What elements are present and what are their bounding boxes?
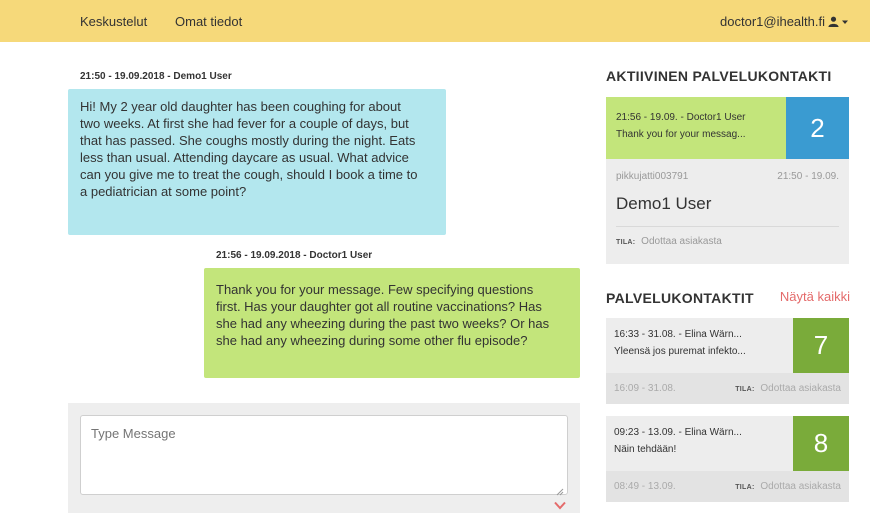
message-bubble-outgoing: Thank you for your message. Few specifyi… bbox=[204, 268, 580, 378]
contact-count: 7 bbox=[793, 318, 849, 373]
user-email: doctor1@ihealth.fi bbox=[720, 14, 825, 29]
resize-grip-icon[interactable] bbox=[556, 488, 564, 496]
message-meta-incoming: 21:50 - 19.09.2018 - Demo1 User bbox=[80, 71, 232, 82]
contact-count: 8 bbox=[793, 416, 849, 471]
contact-card[interactable]: 09:23 - 13.09. - Elina Wärn... Näin tehd… bbox=[606, 416, 849, 502]
status-value: Odottaa asiakasta bbox=[641, 236, 722, 247]
active-contact-status: TILA: Odottaa asiakasta bbox=[616, 236, 839, 247]
active-contact-id-row: pikkujatti003791 21:50 - 19.09. bbox=[616, 171, 839, 182]
message-line: a pediatrician at some point? bbox=[80, 184, 247, 199]
contact-meta: 09:23 - 13.09. - Elina Wärn... bbox=[614, 427, 742, 438]
status-value: Odottaa asiakasta bbox=[760, 481, 841, 492]
message-line: that has passed. She coughs mostly durin… bbox=[80, 133, 416, 148]
contact-status: TILA: Odottaa asiakasta bbox=[735, 481, 841, 492]
contact-header: 16:33 - 31.08. - Elina Wärn... Yleensä j… bbox=[606, 318, 793, 373]
contact-card[interactable]: 16:33 - 31.08. - Elina Wärn... Yleensä j… bbox=[606, 318, 849, 404]
message-line: Thank you for your message. Few specifyi… bbox=[216, 282, 534, 297]
active-contact-meta: 21:56 - 19.09. - Doctor1 User bbox=[616, 112, 746, 123]
patient-name: Demo1 User bbox=[616, 194, 712, 213]
contacts-title: PALVELUKONTAKTIT bbox=[606, 290, 754, 306]
contact-meta: 16:33 - 31.08. - Elina Wärn... bbox=[614, 329, 742, 340]
active-contact-preview: Thank you for your messag... bbox=[616, 129, 746, 140]
contact-footer: 16:09 - 31.08. TILA: Odottaa asiakasta bbox=[606, 373, 849, 404]
active-contact-body: pikkujatti003791 21:50 - 19.09. Demo1 Us… bbox=[616, 171, 839, 247]
active-contact-time: 21:50 - 19.09. bbox=[777, 171, 839, 182]
message-line: she had any wheezing during some other f… bbox=[216, 333, 528, 348]
message-line: can you give me to treat the cough, shou… bbox=[80, 167, 418, 182]
message-line: she had any wheezing during the past two… bbox=[216, 316, 550, 331]
message-bubble-incoming: Hi! My 2 year old daughter has been coug… bbox=[68, 89, 446, 235]
nav-link-my-info[interactable]: Omat tiedot bbox=[175, 14, 242, 29]
contact-time: 16:09 - 31.08. bbox=[614, 383, 676, 394]
chevron-down-icon[interactable] bbox=[554, 501, 566, 510]
message-line: Hi! My 2 year old daughter has been coug… bbox=[80, 99, 401, 114]
contact-header: 09:23 - 13.09. - Elina Wärn... Näin tehd… bbox=[606, 416, 793, 471]
status-label: TILA: bbox=[735, 386, 755, 393]
top-nav-bar: Keskustelut Omat tiedot doctor1@ihealth.… bbox=[0, 0, 870, 42]
contact-time: 08:49 - 13.09. bbox=[614, 481, 676, 492]
status-label: TILA: bbox=[616, 239, 636, 246]
active-contact-header: 21:56 - 19.09. - Doctor1 User Thank you … bbox=[606, 97, 786, 159]
status-value: Odottaa asiakasta bbox=[760, 383, 841, 394]
compose-area bbox=[68, 403, 580, 513]
user-menu[interactable]: doctor1@ihealth.fi bbox=[720, 14, 848, 29]
message-line: less than usual. Attending daycare as us… bbox=[80, 150, 409, 165]
message-line: two weeks. At first she had fever for a … bbox=[80, 116, 409, 131]
contact-status: TILA: Odottaa asiakasta bbox=[735, 383, 841, 394]
status-label: TILA: bbox=[735, 484, 755, 491]
user-icon bbox=[828, 16, 839, 27]
contact-footer: 08:49 - 13.09. TILA: Odottaa asiakasta bbox=[606, 471, 849, 502]
active-contact-count: 2 bbox=[786, 97, 849, 159]
divider bbox=[616, 226, 839, 227]
message-meta-outgoing: 21:56 - 19.09.2018 - Doctor1 User bbox=[216, 250, 373, 261]
nav-link-conversations[interactable]: Keskustelut bbox=[80, 14, 147, 29]
patient-id: pikkujatti003791 bbox=[616, 171, 689, 182]
caret-down-icon bbox=[842, 20, 848, 24]
contact-preview: Yleensä jos puremat infekto... bbox=[614, 346, 746, 357]
message-line: first. Has your daughter got all routine… bbox=[216, 299, 542, 314]
contact-preview: Näin tehdään! bbox=[614, 444, 677, 455]
active-contact-title: AKTIIVINEN PALVELUKONTAKTI bbox=[606, 68, 832, 84]
message-input[interactable] bbox=[80, 415, 568, 495]
show-all-link[interactable]: Näytä kaikki bbox=[780, 289, 850, 304]
active-contact-card[interactable]: 21:56 - 19.09. - Doctor1 User Thank you … bbox=[606, 97, 849, 264]
